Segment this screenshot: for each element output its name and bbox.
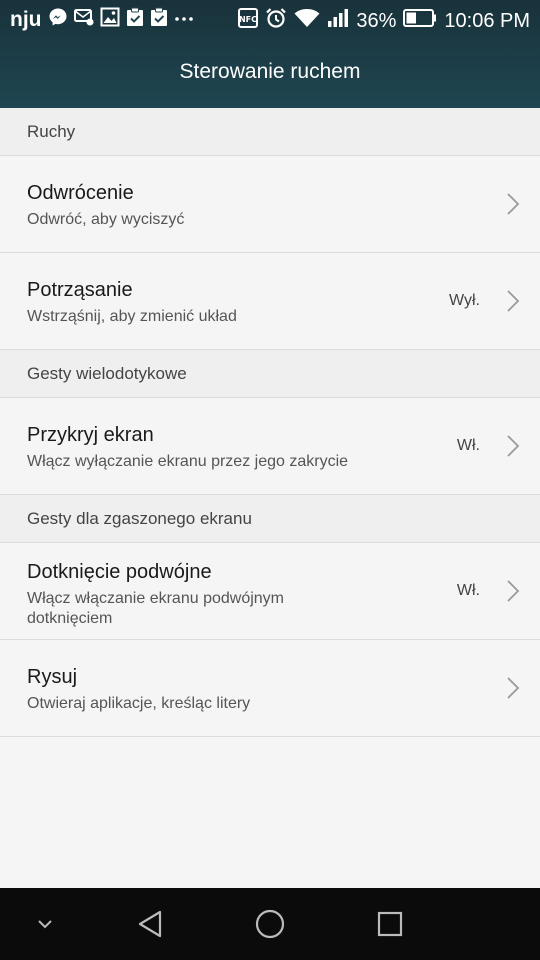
hide-keyboard-icon[interactable] — [20, 888, 70, 960]
home-icon[interactable] — [245, 888, 295, 960]
messenger-icon — [48, 7, 68, 33]
page-title: Sterowanie ruchem — [179, 60, 361, 83]
row-title: Potrząsanie — [27, 279, 133, 301]
row-text: Przykryj ekran Włącz wyłączanie ekranu p… — [27, 422, 460, 472]
row-subtitle: Odwróć, aby wyciszyć — [27, 211, 185, 228]
setting-row-cover-screen[interactable]: Przykryj ekran Włącz wyłączanie ekranu p… — [0, 398, 540, 495]
row-subtitle: Wstrząśnij, aby zmienić układ — [27, 308, 237, 325]
chevron-right-icon — [506, 253, 520, 349]
row-text: Odwrócenie Odwróć, aby wyciszyć — [27, 180, 450, 230]
row-title: Rysuj — [27, 666, 78, 688]
more-icon — [174, 7, 194, 33]
row-subtitle: Włącz wyłączanie ekranu przez jego zakry… — [27, 453, 349, 470]
setting-row-shake[interactable]: Potrząsanie Wstrząśnij, aby zmienić ukła… — [0, 253, 540, 350]
row-status-value: Wył. — [449, 292, 480, 309]
status-bar-left: nju — [10, 7, 194, 33]
image-icon — [100, 7, 120, 33]
row-title: Odwrócenie — [27, 182, 134, 204]
section-header-ruchy: Ruchy — [0, 108, 540, 156]
settings-list: Ruchy Odwrócenie Odwróć, aby wyciszyć Po… — [0, 108, 540, 737]
row-text: Dotknięcie podwójne Włącz włączanie ekra… — [27, 559, 360, 629]
status-bar-right: NFC 36% 10:06 PM — [238, 7, 530, 35]
svg-text:NFC: NFC — [239, 15, 257, 24]
carrier-label: nju — [10, 8, 42, 31]
message-icon — [73, 8, 94, 32]
signal-icon — [327, 8, 349, 34]
setting-row-double-tap[interactable]: Dotknięcie podwójne Włącz włączanie ekra… — [0, 543, 540, 640]
row-title: Dotknięcie podwójne — [27, 561, 212, 583]
nfc-icon: NFC — [238, 8, 259, 34]
battery-icon — [403, 9, 437, 33]
chevron-right-icon — [506, 640, 520, 736]
clipboard-check-icon — [126, 7, 144, 33]
row-subtitle: Otwieraj aplikacje, kreśląc litery — [27, 695, 251, 712]
app-header: nju NFC 36% 10:06 PM Sterowanie ruchem — [0, 0, 540, 108]
row-title: Przykryj ekran — [27, 424, 154, 446]
clock: 10:06 PM — [444, 9, 530, 32]
wifi-icon — [294, 8, 320, 34]
battery-percent: 36% — [356, 9, 397, 32]
row-status-value: Wł. — [456, 582, 480, 599]
row-subtitle: Włącz włączanie ekranu podwójnym dotknię… — [27, 590, 284, 627]
alarm-icon — [265, 7, 287, 35]
chevron-right-icon — [506, 543, 520, 639]
setting-row-flip[interactable]: Odwrócenie Odwróć, aby wyciszyć — [0, 156, 540, 253]
status-bar: nju NFC 36% 10:06 PM — [0, 0, 540, 38]
section-header-screen-off-gestures: Gesty dla zgaszonego ekranu — [0, 495, 540, 543]
row-text: Rysuj Otwieraj aplikacje, kreśląc litery — [27, 664, 450, 714]
chevron-right-icon — [506, 156, 520, 252]
back-icon[interactable] — [125, 888, 175, 960]
section-header-multitouch: Gesty wielodotykowe — [0, 350, 540, 398]
recents-icon[interactable] — [365, 888, 415, 960]
navigation-bar — [0, 888, 540, 960]
clipboard-check-icon — [150, 7, 168, 33]
chevron-right-icon — [506, 398, 520, 494]
row-status-value: Wł. — [456, 437, 480, 454]
setting-row-draw[interactable]: Rysuj Otwieraj aplikacje, kreśląc litery — [0, 640, 540, 737]
row-text: Potrząsanie Wstrząśnij, aby zmienić ukła… — [27, 277, 450, 327]
